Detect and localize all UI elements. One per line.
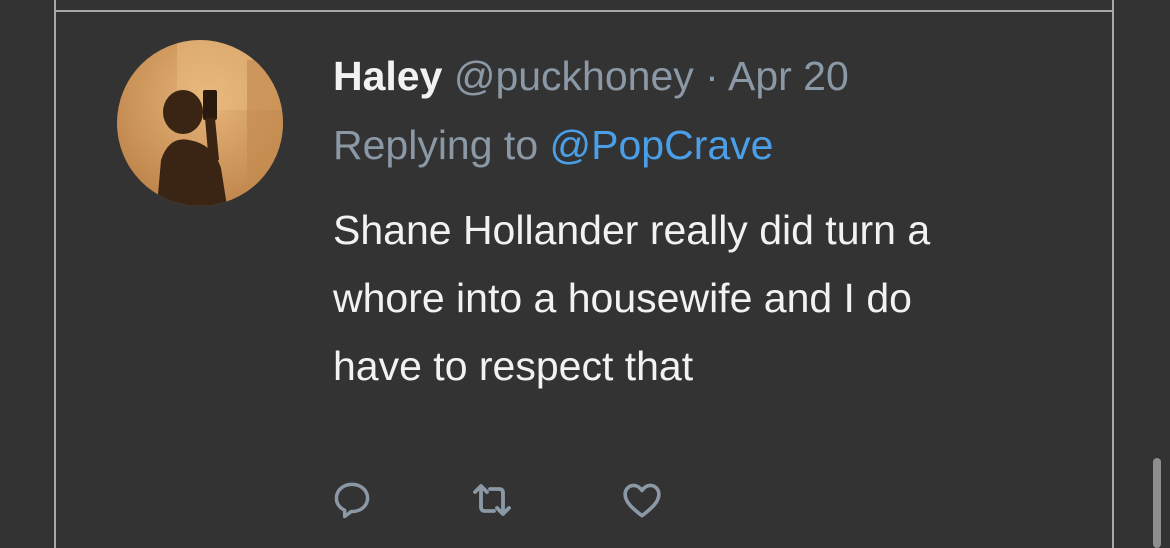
retweet-button[interactable] — [468, 476, 516, 524]
tweet-date[interactable]: Apr 20 — [728, 53, 849, 99]
tweet-screen: Haley @puckhoney · Apr 20 Replying to @P… — [0, 0, 1170, 548]
scrollbar-thumb[interactable] — [1153, 458, 1161, 548]
retweet-icon — [473, 484, 511, 516]
tweet-text: Shane Hollander really did turn a whore … — [333, 196, 1073, 400]
display-name[interactable]: Haley — [333, 53, 442, 99]
heart-icon — [623, 483, 661, 518]
avatar-image — [117, 40, 283, 206]
replying-to: Replying to @PopCrave — [333, 119, 773, 171]
panel-left-border — [54, 0, 56, 548]
reply-button[interactable] — [328, 476, 376, 524]
tweet-header: Haley @puckhoney · Apr 20 — [333, 50, 849, 102]
tweet-actions — [328, 476, 728, 524]
avatar[interactable] — [117, 40, 283, 206]
replying-to-label: Replying to — [333, 122, 539, 168]
tweet-text-line: Shane Hollander really did turn a — [333, 207, 931, 253]
user-handle[interactable]: @puckhoney — [454, 53, 694, 99]
comment-icon — [334, 482, 370, 519]
panel-right-border — [1112, 0, 1114, 548]
panel-top-border — [54, 10, 1114, 12]
replying-to-handle[interactable]: @PopCrave — [550, 122, 774, 168]
like-button[interactable] — [618, 476, 666, 524]
tweet-text-line: have to respect that — [333, 343, 694, 389]
header-separator: · — [705, 53, 719, 99]
tweet-text-line: whore into a housewife and I do — [333, 275, 912, 321]
